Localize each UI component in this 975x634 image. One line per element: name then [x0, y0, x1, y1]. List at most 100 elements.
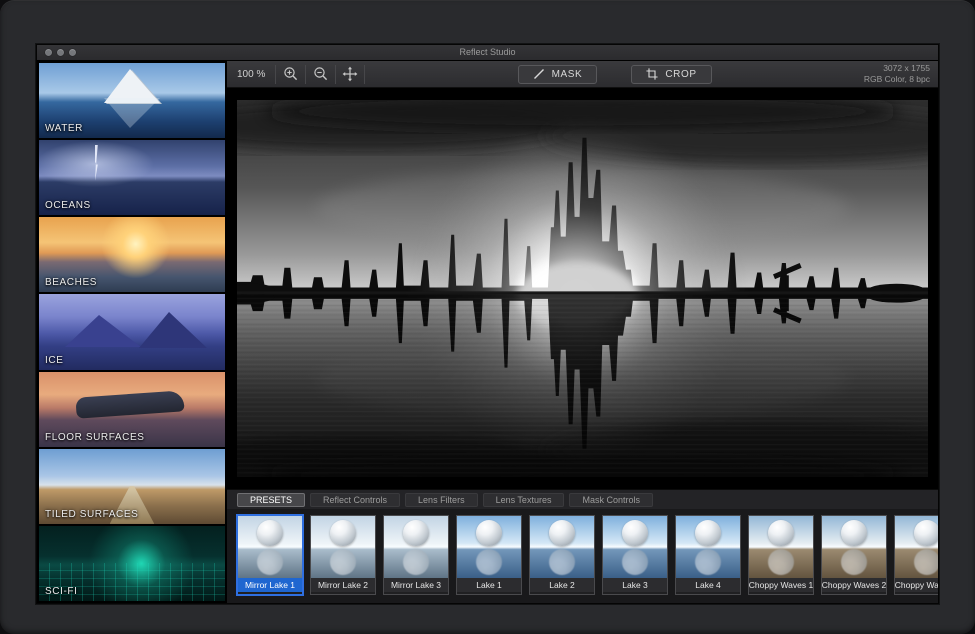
main-area: WATER OCEANS BEACHES ICE FLOOR SURFACES [37, 61, 938, 603]
sphere-reflection-graphic [841, 549, 867, 575]
sphere-graphic [330, 520, 356, 546]
preset-lake-3[interactable]: Lake 3 [602, 515, 668, 595]
preset-label: Mirror Lake 3 [384, 578, 448, 592]
zoom-window-button[interactable] [69, 49, 76, 56]
preset-choppy-waves-2[interactable]: Choppy Waves 2 [821, 515, 887, 595]
sidebar-item-tiled-surfaces[interactable]: TILED SURFACES [39, 449, 225, 524]
sphere-graphic [476, 520, 502, 546]
crop-button[interactable]: CROP [631, 65, 711, 84]
sidebar-item-floor-surfaces[interactable]: FLOOR SURFACES [39, 372, 225, 447]
sphere-reflection-graphic [403, 549, 429, 575]
sidebar-item-water[interactable]: WATER [39, 63, 225, 138]
preset-label: Choppy Waves 2 [822, 578, 886, 592]
sidebar-item-label: WATER [45, 123, 83, 134]
preset-label: Lake 3 [603, 578, 667, 592]
tab-lens-textures[interactable]: Lens Textures [483, 493, 565, 507]
control-tabs: PRESETS Reflect Controls Lens Filters Le… [227, 489, 938, 509]
crop-icon [646, 68, 658, 80]
mask-button[interactable]: MASK [518, 65, 598, 84]
sphere-reflection-graphic [768, 549, 794, 575]
preset-label: Mirror Lake 1 [238, 578, 302, 592]
minimize-button[interactable] [57, 49, 64, 56]
sphere-graphic [695, 520, 721, 546]
image-info: 3072 x 1755 RGB Color, 8 bpc [864, 63, 930, 85]
preset-lake-2[interactable]: Lake 2 [529, 515, 595, 595]
editor-pane: 100 % [227, 61, 938, 603]
sidebar-item-label: SCI-FI [45, 586, 78, 597]
category-sidebar: WATER OCEANS BEACHES ICE FLOOR SURFACES [37, 61, 227, 603]
sidebar-item-ice[interactable]: ICE [39, 294, 225, 369]
monitor-bezel: Reflect Studio WATER OCEANS BEACHES [0, 0, 975, 634]
sphere-reflection-graphic [549, 549, 575, 575]
sidebar-item-label: OCEANS [45, 200, 91, 211]
preset-label: Choppy Waves 1 [749, 578, 813, 592]
preset-lake-1[interactable]: Lake 1 [456, 515, 522, 595]
sphere-reflection-graphic [695, 549, 721, 575]
presets-strip: Mirror Lake 1 Mirror Lake 2 [227, 509, 938, 603]
zoom-button-group [275, 65, 365, 84]
pan-tool-button[interactable] [335, 65, 365, 84]
sidebar-item-label: TILED SURFACES [45, 509, 138, 520]
sphere-graphic [841, 520, 867, 546]
preset-mirror-lake-2[interactable]: Mirror Lake 2 [310, 515, 376, 595]
cityscape-reflection-image [237, 100, 928, 477]
sphere-reflection-graphic [257, 549, 283, 575]
tab-reflect-controls[interactable]: Reflect Controls [310, 493, 400, 507]
app-window: Reflect Studio WATER OCEANS BEACHES [36, 44, 939, 604]
sphere-graphic [549, 520, 575, 546]
mask-button-label: MASK [552, 69, 583, 80]
sidebar-item-label: BEACHES [45, 277, 97, 288]
canvas-image [237, 100, 928, 477]
pencil-icon [533, 68, 545, 80]
preset-thumbnail-image [238, 516, 302, 578]
horizon-line [237, 291, 928, 294]
image-dimensions: 3072 x 1755 [864, 63, 930, 74]
sphere-graphic [914, 520, 938, 546]
sphere-reflection-graphic [476, 549, 502, 575]
zoom-in-button[interactable] [275, 65, 305, 84]
toolbar-center-group: MASK CROP [518, 65, 712, 84]
tab-lens-filters[interactable]: Lens Filters [405, 493, 478, 507]
preset-label: Lake 2 [530, 578, 594, 592]
preset-thumbnail-image [676, 516, 740, 578]
zoom-out-button[interactable] [305, 65, 335, 84]
sphere-graphic [768, 520, 794, 546]
canvas-viewport[interactable] [227, 88, 938, 489]
sidebar-item-beaches[interactable]: BEACHES [39, 217, 225, 292]
preset-thumbnail-image [384, 516, 448, 578]
ice-thumbnail-image [39, 294, 225, 369]
preset-thumbnail-image [895, 516, 938, 578]
preset-thumbnail-image [311, 516, 375, 578]
toolbar: 100 % [227, 61, 938, 88]
preset-lake-4[interactable]: Lake 4 [675, 515, 741, 595]
preset-thumbnail-image [530, 516, 594, 578]
zoom-out-icon [313, 66, 329, 82]
sidebar-item-label: FLOOR SURFACES [45, 432, 145, 443]
preset-choppy-waves-3[interactable]: Choppy Waves 3 [894, 515, 938, 595]
preset-label: Lake 1 [457, 578, 521, 592]
sidebar-item-label: ICE [45, 355, 63, 366]
image-color-mode: RGB Color, 8 bpc [864, 74, 930, 85]
tab-mask-controls[interactable]: Mask Controls [569, 493, 653, 507]
zoom-level: 100 % [237, 69, 265, 80]
preset-mirror-lake-1[interactable]: Mirror Lake 1 [237, 515, 303, 595]
preset-choppy-waves-1[interactable]: Choppy Waves 1 [748, 515, 814, 595]
titlebar: Reflect Studio [37, 45, 938, 61]
preset-thumbnail-image [603, 516, 667, 578]
crop-button-label: CROP [665, 69, 696, 80]
zoom-in-icon [283, 66, 299, 82]
close-button[interactable] [45, 49, 52, 56]
sphere-reflection-graphic [622, 549, 648, 575]
preset-label: Choppy Waves 3 [895, 578, 938, 592]
preset-thumbnail-image [822, 516, 886, 578]
sidebar-item-oceans[interactable]: OCEANS [39, 140, 225, 215]
sphere-graphic [257, 520, 283, 546]
preset-mirror-lake-3[interactable]: Mirror Lake 3 [383, 515, 449, 595]
sphere-graphic [622, 520, 648, 546]
preset-thumbnail-image [457, 516, 521, 578]
sphere-reflection-graphic [330, 549, 356, 575]
sidebar-item-sci-fi[interactable]: SCI-FI [39, 526, 225, 601]
tab-presets[interactable]: PRESETS [237, 493, 305, 507]
window-title: Reflect Studio [37, 45, 938, 60]
sphere-reflection-graphic [914, 549, 938, 575]
